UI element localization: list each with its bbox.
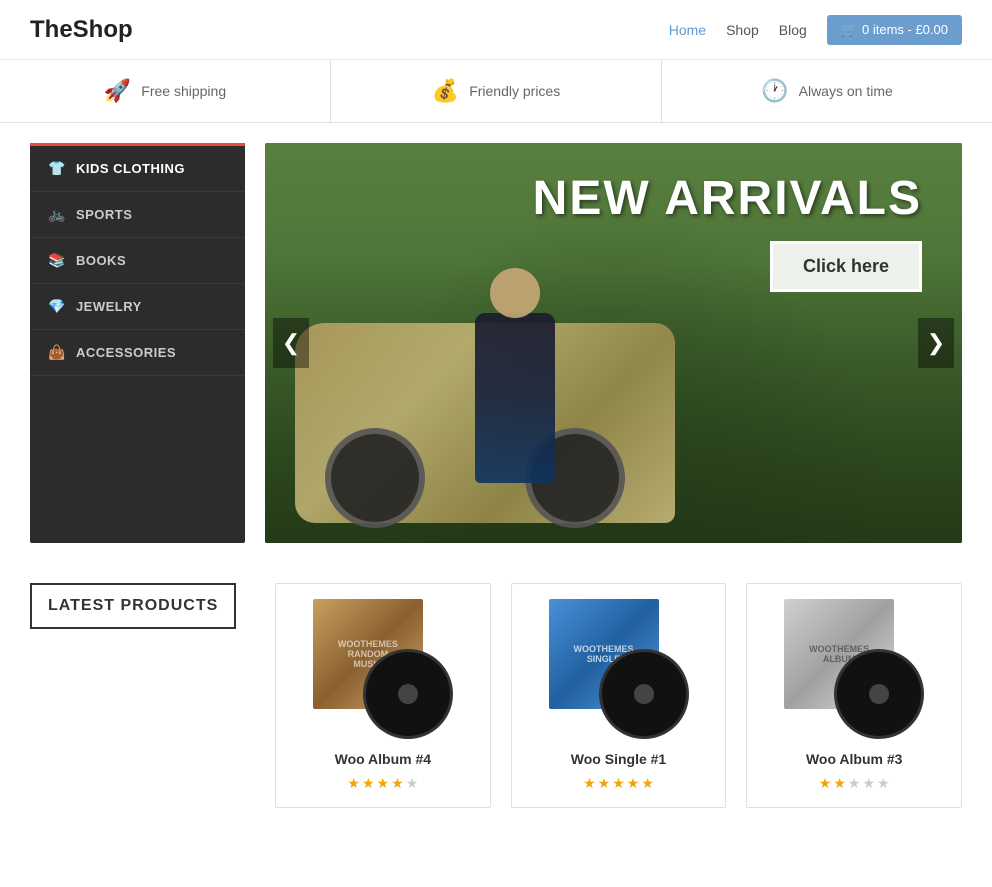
nav-blog[interactable]: Blog [779, 22, 807, 38]
sidebar-item-jewelry[interactable]: 💎 Jewelry [30, 284, 245, 330]
feature-time-label: Always on time [799, 83, 893, 99]
sidebar-item-label: Books [76, 253, 126, 268]
chevron-left-icon: ❮ [282, 330, 300, 356]
product-stars-2: ★ ★ ★ ★ ★ [527, 775, 711, 792]
album-vinyl-3 [834, 649, 924, 739]
album-vinyl-2 [599, 649, 689, 739]
clock-icon: 🕐 [761, 78, 788, 104]
sidebar-item-books[interactable]: 📚 Books [30, 238, 245, 284]
product-card-3[interactable]: WOOTHEMESALBUM Woo Album #3 ★ ★ ★ ★ ★ [746, 583, 962, 808]
main-content: 👕 Kids Clothing 🚲 Sports 📚 Books 💎 Jewel… [0, 123, 992, 563]
hero-title: NEW ARRIVALS [533, 173, 922, 226]
feature-friendly-prices: 💰 Friendly prices [331, 60, 662, 122]
sidebar-item-label: Sports [76, 207, 132, 222]
album-art-2: WOOTHEMESSINGLE [549, 599, 689, 739]
star-2: ★ [362, 775, 375, 792]
chevron-right-icon: ❯ [927, 330, 945, 356]
section-title: LATEST PRODUCTS [30, 583, 236, 629]
kids-clothing-icon: 👕 [48, 160, 66, 177]
section-title-box: LATEST PRODUCTS [30, 583, 245, 808]
hero-text-area: NEW ARRIVALS Click here [533, 173, 922, 292]
product-image-2: WOOTHEMESSINGLE [549, 599, 689, 739]
product-image-3: WOOTHEMESALBUM [784, 599, 924, 739]
product-card-2[interactable]: WOOTHEMESSINGLE Woo Single #1 ★ ★ ★ ★ ★ [511, 583, 727, 808]
product-name-2: Woo Single #1 [527, 751, 711, 767]
product-stars-3: ★ ★ ★ ★ ★ [762, 775, 946, 792]
hero-next-button[interactable]: ❯ [918, 318, 954, 368]
feature-free-shipping: 🚀 Free shipping [0, 60, 331, 122]
star-3: ★ [848, 775, 861, 792]
album-art-1: WOOTHEMESRANDOMMUSIC [313, 599, 453, 739]
main-nav: Home Shop Blog 🛒 0 items - £0.00 [669, 15, 962, 45]
sidebar-item-kids-clothing[interactable]: 👕 Kids Clothing [30, 143, 245, 192]
star-5: ★ [406, 775, 419, 792]
feature-prices-label: Friendly prices [469, 83, 560, 99]
album-vinyl-1 [363, 649, 453, 739]
product-card-1[interactable]: WOOTHEMESRANDOMMUSIC Woo Album #4 ★ ★ ★ … [275, 583, 491, 808]
sidebar-item-label: Kids Clothing [76, 161, 185, 176]
feature-shipping-label: Free shipping [141, 83, 226, 99]
products-section: LATEST PRODUCTS WOOTHEMESRANDOMMUSIC Woo… [0, 563, 992, 838]
star-5: ★ [641, 775, 654, 792]
sidebar-item-label: Jewelry [76, 299, 142, 314]
cart-button[interactable]: 🛒 0 items - £0.00 [827, 15, 962, 45]
nav-shop[interactable]: Shop [726, 22, 759, 38]
sports-icon: 🚲 [48, 206, 66, 223]
sidebar-item-sports[interactable]: 🚲 Sports [30, 192, 245, 238]
features-bar: 🚀 Free shipping 💰 Friendly prices 🕐 Alwa… [0, 60, 992, 123]
star-4: ★ [627, 775, 640, 792]
nav-home[interactable]: Home [669, 22, 706, 38]
star-3: ★ [612, 775, 625, 792]
logo: TheShop [30, 16, 133, 44]
product-stars-1: ★ ★ ★ ★ ★ [291, 775, 475, 792]
books-icon: 📚 [48, 252, 66, 269]
star-1: ★ [347, 775, 360, 792]
product-image-1: WOOTHEMESRANDOMMUSIC [313, 599, 453, 739]
sidebar-item-accessories[interactable]: 👜 Accessories [30, 330, 245, 376]
star-2: ★ [833, 775, 846, 792]
sidebar: 👕 Kids Clothing 🚲 Sports 📚 Books 💎 Jewel… [30, 143, 245, 543]
star-1: ★ [819, 775, 832, 792]
star-3: ★ [377, 775, 390, 792]
hero-cta-button[interactable]: Click here [770, 241, 922, 292]
star-1: ★ [583, 775, 596, 792]
header: TheShop Home Shop Blog 🛒 0 items - £0.00 [0, 0, 992, 60]
money-icon: 💰 [432, 78, 459, 104]
products-grid: WOOTHEMESRANDOMMUSIC Woo Album #4 ★ ★ ★ … [275, 583, 962, 808]
cart-label: 0 items - £0.00 [862, 22, 948, 37]
sidebar-item-label: Accessories [76, 345, 176, 360]
cart-icon: 🛒 [841, 22, 857, 38]
star-2: ★ [598, 775, 611, 792]
feature-always-on-time: 🕐 Always on time [662, 60, 992, 122]
rocket-icon: 🚀 [104, 78, 131, 104]
star-5: ★ [877, 775, 890, 792]
hero-prev-button[interactable]: ❮ [273, 318, 309, 368]
hero-banner: NEW ARRIVALS Click here ❮ ❯ [265, 143, 962, 543]
star-4: ★ [862, 775, 875, 792]
star-4: ★ [391, 775, 404, 792]
jewelry-icon: 💎 [48, 298, 66, 315]
album-art-3: WOOTHEMESALBUM [784, 599, 924, 739]
product-name-1: Woo Album #4 [291, 751, 475, 767]
product-name-3: Woo Album #3 [762, 751, 946, 767]
accessories-icon: 👜 [48, 344, 66, 361]
